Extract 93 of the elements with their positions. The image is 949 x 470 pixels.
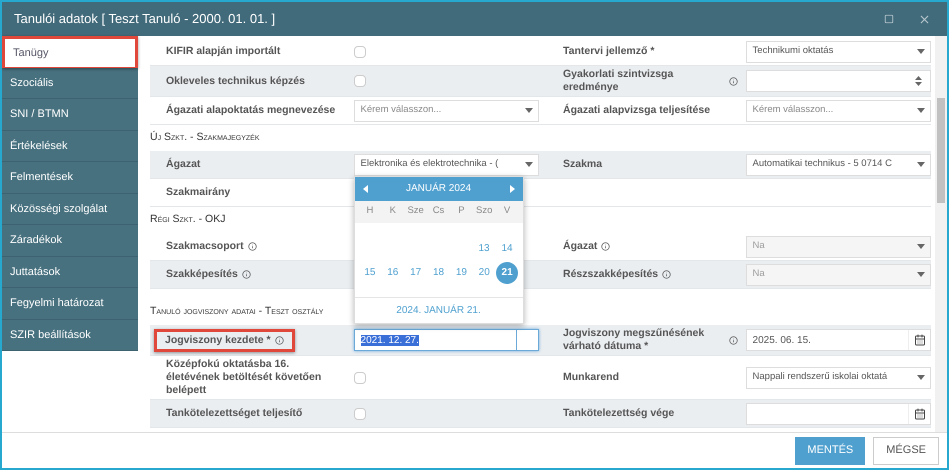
spinner-icon[interactable]	[915, 76, 922, 86]
close-icon[interactable]	[918, 12, 931, 26]
field-label: Szakmairány	[166, 186, 230, 199]
field-label: Jogviszony kezdete *	[165, 334, 271, 346]
save-button[interactable]: MENTÉS	[795, 436, 866, 464]
weekday-label: Cs	[432, 204, 446, 218]
calendar-day[interactable]: 21	[496, 262, 518, 284]
field-label: Jogviszony megszűnésének várható dátuma *	[563, 327, 706, 353]
sidebar-item[interactable]: SNI / BTMN	[2, 99, 138, 130]
calendar-day[interactable]: 17	[410, 265, 422, 280]
select-value: Technikumi oktatás	[752, 44, 834, 58]
calendar-icon[interactable]	[914, 408, 926, 420]
calendar-day[interactable]: 20	[478, 265, 490, 280]
section-heading: Régi Szkt. - OKJ	[150, 212, 226, 228]
field-label: Munkarend	[563, 371, 620, 384]
field-label: KIFIR alapján importált	[166, 45, 280, 58]
previous-icon[interactable]	[362, 184, 368, 192]
sidebar-item[interactable]: Közösségi szolgálat	[2, 194, 138, 225]
select-placeholder: Kérem válasszon...	[360, 103, 442, 118]
calendar-day[interactable]: 16	[387, 265, 398, 280]
sidebar-item[interactable]: Záradékok	[2, 225, 138, 256]
select-field[interactable]: Kérem válasszon...	[746, 100, 932, 122]
field-label: Szakma	[563, 158, 602, 171]
field-label: Ágazat	[563, 240, 598, 253]
select-field[interactable]: Kérem válasszon...	[354, 100, 540, 122]
date-field[interactable]	[746, 402, 932, 424]
date-field[interactable]: 2021. 12. 27.	[354, 329, 540, 351]
weekday-label: V	[502, 204, 512, 218]
caret-icon	[917, 272, 926, 277]
select-field[interactable]: Automatikai technikus - 5 0714 C	[746, 154, 932, 176]
field-label: Tankötelezettség vége	[563, 407, 674, 420]
date-field[interactable]: 2025. 06. 15.	[746, 329, 932, 351]
select-value: Automatikai technikus - 5 0714 C	[752, 157, 893, 172]
field-label: Szakképesítés	[166, 268, 238, 281]
weekday-label: Sze	[406, 204, 425, 218]
field-label: Okleveles technikus képzés	[166, 74, 305, 88]
select-value: Elektronika és elektrotechnika - (	[360, 157, 500, 172]
field-label: Ágazati alapvizsga teljesítése	[563, 104, 710, 117]
checkbox[interactable]	[354, 46, 366, 58]
sidebar-item[interactable]: SZIR beállítások	[2, 320, 138, 351]
sidebar-item[interactable]: Értékelések	[2, 130, 138, 162]
cancel-button[interactable]: MÉGSE	[873, 436, 939, 464]
calendar-day[interactable]: 13	[478, 241, 490, 256]
field-label: Tankötelezettséget teljesítő	[166, 407, 302, 420]
calendar-month[interactable]: JANUÁR 2024	[406, 181, 472, 196]
section-heading: Tanuló jogviszony adatai - Teszt osztály	[150, 304, 324, 320]
field-label: Középfokú oktatásba 16. életévének betöltését követően belépett	[166, 358, 322, 397]
select-field[interactable]: Technikumi oktatás	[746, 40, 932, 62]
sidebar-item[interactable]: Fegyelmi határozat	[2, 288, 138, 320]
weekday-label: Szo	[475, 204, 494, 218]
select-field[interactable]: Elektronika és elektrotechnika - (	[354, 154, 540, 176]
caret-icon	[525, 108, 534, 113]
next-icon[interactable]	[510, 184, 515, 192]
calendar-day[interactable]: 14	[501, 241, 513, 256]
checkbox[interactable]	[354, 372, 366, 384]
calendar-day[interactable]: 18	[432, 265, 444, 280]
number-field[interactable]	[746, 70, 932, 92]
maximize-icon[interactable]	[884, 14, 894, 24]
select-value: Na	[752, 239, 766, 254]
field-label: Szakmacsoport	[166, 240, 244, 253]
sidebar-item[interactable]: Tanügy	[2, 36, 138, 68]
calendar-day[interactable]: 19	[456, 265, 467, 280]
field-label: Ágazati alapoktatás megnevezése	[166, 104, 336, 117]
sidebar-item[interactable]: Szociális	[2, 68, 138, 99]
caret-icon	[525, 162, 534, 167]
caret-icon	[917, 49, 926, 54]
select-value: Nappali rendszerű iskolai oktatá	[752, 370, 888, 384]
calendar-icon[interactable]	[914, 334, 926, 346]
caret-icon	[917, 108, 926, 113]
sidebar-item[interactable]: Felmentések	[2, 162, 138, 194]
date-value: 2025. 06. 15.	[752, 334, 811, 346]
field-label: Gyakorlati szintvizsga eredménye	[563, 68, 674, 94]
field-label: Tantervi jellemző *	[563, 45, 654, 58]
caret-icon	[917, 375, 926, 380]
today-link[interactable]: 2024. JANUÁR 21.	[396, 302, 481, 318]
date-value: 2021. 12. 27.	[360, 334, 419, 346]
field-label: Ágazat	[166, 158, 200, 171]
checkbox[interactable]	[354, 408, 366, 420]
weekday-label: P	[457, 204, 466, 218]
select-value: Na	[752, 267, 766, 282]
weekday-label: H	[366, 204, 374, 218]
scrollbar[interactable]	[935, 36, 947, 432]
sidebar-item[interactable]: Juttatások	[2, 256, 138, 288]
select-placeholder: Kérem válasszon...	[752, 103, 834, 118]
select-field[interactable]: Nappali rendszerű iskolai oktatá	[746, 366, 932, 388]
field-label: Részszakképesítés	[563, 268, 658, 281]
section-heading: Új Szkt. - Szakmajegyzék	[150, 130, 260, 146]
caret-icon	[917, 162, 926, 167]
weekday-label: K	[388, 204, 397, 218]
caret-icon	[917, 244, 926, 249]
calendar-day[interactable]: 15	[364, 265, 376, 280]
window-title: Tanulói adatok [ Teszt Tanuló - 2000. 01. 01. ]	[14, 10, 276, 28]
checkbox[interactable]	[354, 75, 366, 87]
